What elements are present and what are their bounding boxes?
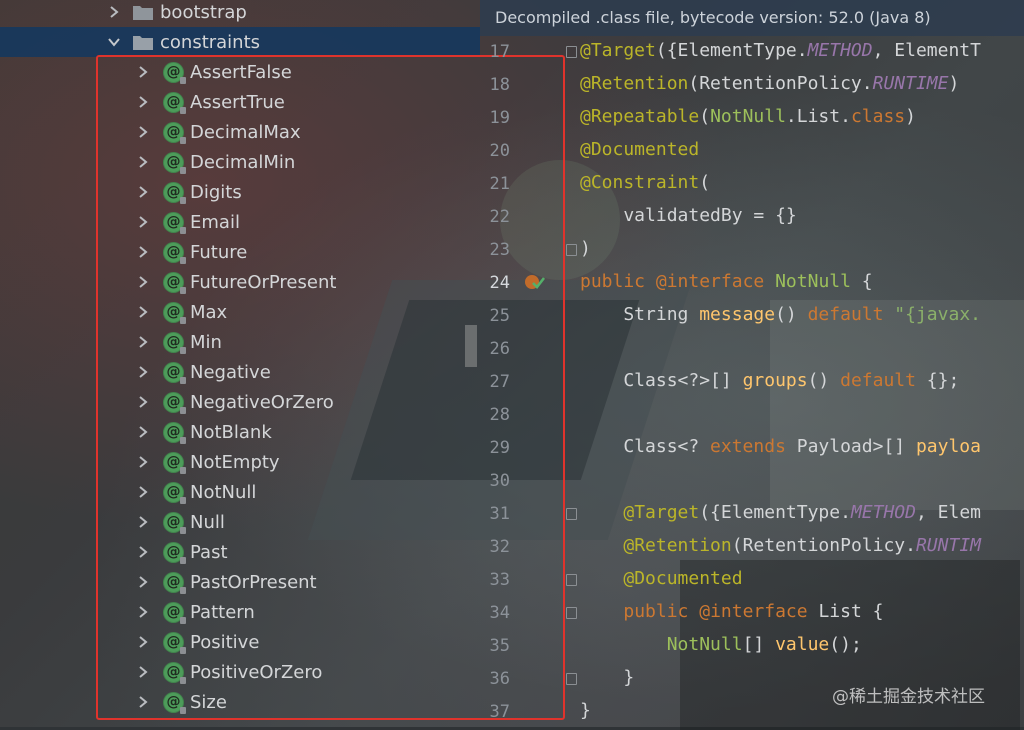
code-line: NotNull[] value(); (666, 634, 862, 655)
code-line: @Repeatable(NotNull.List.class) (580, 106, 916, 127)
code-line: public @interface NotNull { (580, 271, 873, 292)
line-number-gutter: 17 18 19 20 21 22 23 24 25 26 27 28 29 30 31 32 33 34 35 36… (480, 36, 577, 727)
code-line: @Target({ElementType.METHOD, Elem (623, 502, 981, 523)
fold-marker-icon[interactable] (566, 244, 577, 256)
line-number: 27 (489, 372, 510, 392)
line-number: 35 (489, 636, 510, 656)
line-number: 19 (489, 108, 510, 128)
fold-marker-icon[interactable] (566, 46, 577, 58)
line-number: 37 (489, 702, 510, 722)
line-number: 26 (489, 339, 510, 359)
code-line: @Constraint( (580, 172, 711, 193)
fold-marker-icon[interactable] (566, 607, 577, 619)
implemented-gutter-icon[interactable] (524, 272, 546, 292)
code-line: ) (580, 238, 591, 259)
folder-label: bootstrap (160, 1, 247, 23)
fold-marker-icon[interactable] (566, 574, 577, 586)
code-line: validatedBy = {} (580, 205, 797, 226)
line-number: 30 (489, 471, 510, 491)
line-number: 36 (489, 669, 510, 689)
code-line: public @interface List { (623, 601, 884, 622)
line-number: 20 (489, 141, 510, 161)
fold-marker-icon[interactable] (566, 673, 577, 685)
tree-folder-bootstrap[interactable]: bootstrap (0, 0, 480, 27)
code-line: @Retention(RetentionPolicy.RUNTIM (623, 535, 981, 556)
line-number: 31 (489, 504, 510, 524)
line-number: 33 (489, 570, 510, 590)
code-line: @Documented (623, 568, 743, 589)
line-number: 32 (489, 537, 510, 557)
fold-marker-icon[interactable] (566, 508, 577, 520)
code-line: String message() default "{javax. (580, 304, 981, 325)
folder-icon (132, 33, 154, 51)
line-number: 22 (489, 207, 510, 227)
code-line: @Documented (580, 139, 700, 160)
line-number: 17 (489, 42, 510, 62)
line-number: 28 (489, 405, 510, 425)
chevron-down-icon[interactable] (108, 36, 120, 48)
line-number: 29 (489, 438, 510, 458)
code-editor: Decompiled .class file, bytecode version… (480, 0, 1024, 727)
folder-label: constraints (160, 31, 261, 53)
line-number: 24 (489, 273, 510, 293)
tree-folder-constraints[interactable]: constraints (0, 27, 480, 57)
line-number: 21 (489, 174, 510, 194)
line-number: 34 (489, 603, 510, 623)
chevron-right-icon[interactable] (108, 6, 120, 18)
code-line: Class<?>[] groups() default {}; (580, 370, 960, 391)
code-line: } (580, 700, 591, 721)
line-number: 18 (489, 75, 510, 95)
folder-icon (132, 3, 154, 21)
watermark: @稀土掘金技术社区 (832, 687, 985, 707)
line-number: 25 (489, 306, 510, 326)
code-line: } (580, 667, 635, 688)
line-number: 23 (489, 240, 510, 260)
code-line: @Target({ElementType.METHOD, ElementT (580, 40, 981, 61)
code-line: Class<? extends Payload>[] payloa (580, 436, 981, 457)
decompiled-banner: Decompiled .class file, bytecode version… (480, 0, 1024, 36)
code-line: @Retention(RetentionPolicy.RUNTIME) (580, 73, 960, 94)
